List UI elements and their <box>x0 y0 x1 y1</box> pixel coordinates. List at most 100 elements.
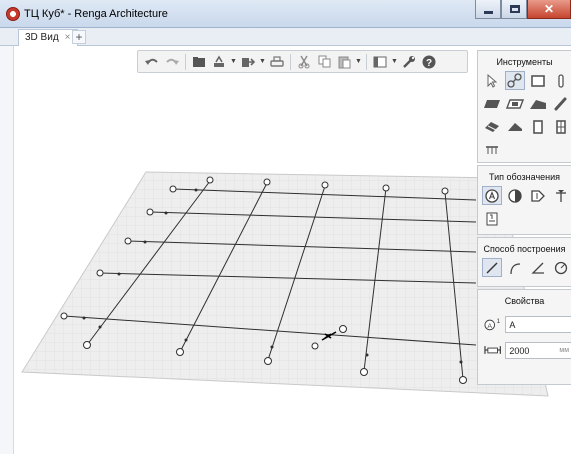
settings-wrench-icon <box>403 55 415 68</box>
axis-node <box>82 316 86 320</box>
save-dropdown-arrow[interactable]: ▼ <box>230 58 237 65</box>
minimize-button[interactable] <box>475 0 501 19</box>
floor-tool[interactable] <box>482 94 502 113</box>
build-method-grid <box>478 258 571 277</box>
select-tool[interactable] <box>482 71 502 90</box>
axis-marker <box>83 341 91 349</box>
help-button[interactable]: ? <box>420 53 438 71</box>
settings-button[interactable] <box>400 53 418 71</box>
marker-flag[interactable] <box>528 186 548 205</box>
tab-close-button[interactable]: × <box>65 32 71 46</box>
axis-marker <box>176 348 184 356</box>
axis-node <box>365 353 369 357</box>
axis-marker <box>311 342 319 350</box>
maximize-icon <box>510 5 520 13</box>
length-input[interactable]: 2000 мм <box>505 341 571 359</box>
add-tab-button[interactable]: + <box>72 30 86 44</box>
text-marker-icon <box>486 212 498 225</box>
tab-3d-view[interactable]: 3D Вид × <box>18 29 78 46</box>
axis-node <box>143 240 147 244</box>
title-bar: ТЦ Куб* - Renga Architecture ✕ <box>0 0 571 28</box>
view-layout-button[interactable] <box>371 53 389 71</box>
axis-tool[interactable] <box>505 71 525 90</box>
marker-pin[interactable] <box>551 186 571 205</box>
pin-marker-icon <box>556 189 566 202</box>
left-scroll-edge <box>0 46 14 454</box>
view-layout-icon <box>373 56 387 67</box>
method-arc[interactable] <box>505 258 525 277</box>
toolbar-separator <box>185 53 186 70</box>
instruments-panel: Инструменты <box>477 50 571 163</box>
undo-button[interactable] <box>143 53 161 71</box>
window-controls: ✕ <box>475 0 571 20</box>
copy-icon <box>318 55 330 68</box>
tab-label: 3D Вид <box>25 32 59 43</box>
properties-panel: Свойства A1 A 2000 мм <box>477 289 571 385</box>
window-tool[interactable] <box>551 117 571 136</box>
arc-icon <box>510 262 521 274</box>
marker-text[interactable] <box>482 209 502 228</box>
slab-opening-icon <box>506 98 524 109</box>
length-value: 2000 <box>509 345 530 356</box>
axis-marker <box>360 368 368 376</box>
marker-type-panel: Тип обозначения <box>477 165 571 235</box>
paste-dropdown-arrow[interactable]: ▼ <box>355 58 362 65</box>
save-button[interactable] <box>210 53 228 71</box>
print-button[interactable] <box>268 53 286 71</box>
axis-marker <box>96 269 104 277</box>
export-dropdown-arrow[interactable]: ▼ <box>259 58 266 65</box>
stair-tool[interactable] <box>482 117 502 136</box>
wall-tool[interactable] <box>528 71 548 90</box>
undo-icon <box>145 58 158 65</box>
open-folder-icon <box>193 56 205 67</box>
copy-button[interactable] <box>315 53 333 71</box>
ramp-tool[interactable] <box>505 117 525 136</box>
method-angle[interactable] <box>528 258 548 277</box>
paste-button[interactable] <box>335 53 353 71</box>
marker-type-title: Тип обозначения <box>488 172 561 182</box>
open-button[interactable] <box>190 53 208 71</box>
build-method-title: Способ построения <box>483 244 566 254</box>
export-button[interactable] <box>239 53 257 71</box>
view-layout-dropdown-arrow[interactable]: ▼ <box>391 58 398 65</box>
flag-marker-icon <box>531 189 545 202</box>
axis-marker <box>339 325 347 333</box>
column-icon <box>558 73 564 88</box>
print-icon <box>270 55 284 67</box>
main-toolbar: ▼ ▼ ▼ ▼ ? <box>137 50 468 73</box>
column-tool[interactable] <box>551 71 571 90</box>
axis-node <box>164 211 168 215</box>
opening-tool[interactable] <box>505 94 525 113</box>
axis-marker <box>264 357 272 365</box>
cursor-icon <box>487 73 497 88</box>
length-property-row: 2000 мм <box>478 340 571 360</box>
length-unit: мм <box>559 346 569 354</box>
tab-bar: 3D Вид × + <box>0 28 571 46</box>
beam-tool[interactable] <box>551 94 571 113</box>
door-tool[interactable] <box>528 117 548 136</box>
axis-marker <box>60 312 68 320</box>
length-icon <box>484 346 501 354</box>
method-straight[interactable] <box>482 258 502 277</box>
svg-text:?: ? <box>426 58 432 69</box>
axis-node <box>184 338 188 342</box>
angle-icon <box>531 262 544 274</box>
axis-node <box>98 325 102 329</box>
cut-icon <box>298 55 310 68</box>
instruments-grid <box>478 71 571 159</box>
maximize-button[interactable] <box>501 0 527 19</box>
marker-globe[interactable] <box>505 186 525 205</box>
railing-tool[interactable] <box>482 140 502 159</box>
axis-name-input[interactable]: A <box>505 315 571 333</box>
window-title: ТЦ Куб* - Renga Architecture <box>24 8 168 20</box>
axis-marker <box>441 187 449 195</box>
close-window-button[interactable]: ✕ <box>527 0 571 19</box>
svg-text:1: 1 <box>497 318 501 325</box>
roof-tool[interactable] <box>528 94 548 113</box>
beam-icon <box>554 97 567 110</box>
marker-circle-letter[interactable] <box>482 186 502 205</box>
method-circle[interactable] <box>551 258 571 277</box>
cut-button[interactable] <box>295 53 313 71</box>
paste-icon <box>338 56 350 68</box>
redo-button[interactable] <box>163 53 181 71</box>
